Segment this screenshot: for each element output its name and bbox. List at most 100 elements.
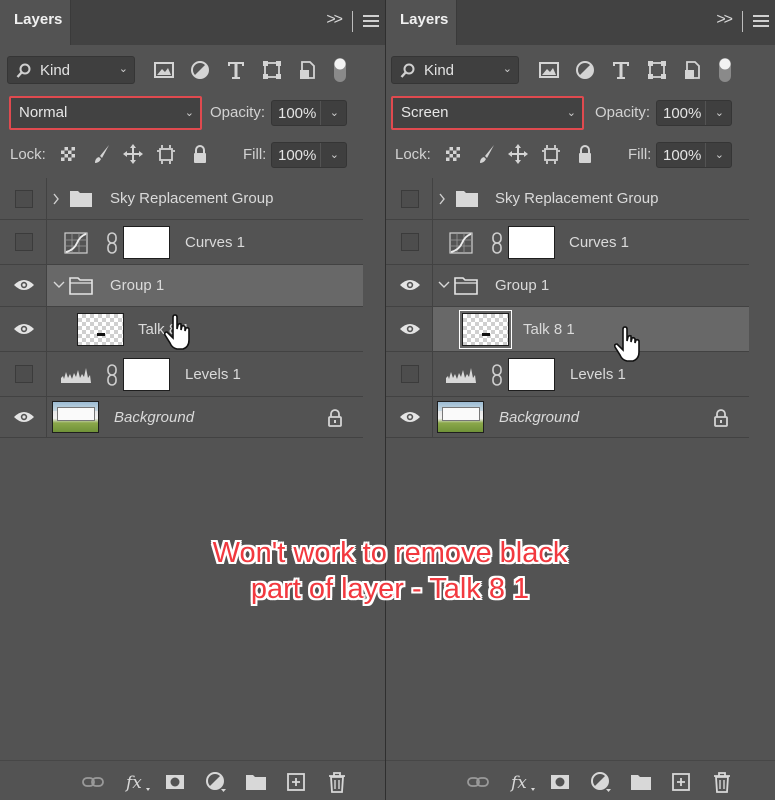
visibility-toggle[interactable]: [0, 265, 47, 306]
collapse-panel-icon[interactable]: >>: [326, 11, 343, 29]
link-layers-icon[interactable]: [467, 771, 489, 793]
smart-object-filter-icon[interactable]: [682, 59, 704, 81]
adjustment-filter-icon[interactable]: [574, 59, 596, 81]
new-adjustment-icon[interactable]: [590, 771, 612, 793]
background-thumbnail[interactable]: [52, 401, 99, 433]
kind-filter-dropdown[interactable]: Kind ⌄: [391, 56, 519, 84]
lock-all-icon[interactable]: [575, 143, 595, 165]
visibility-toggle[interactable]: [0, 178, 47, 219]
visibility-toggle[interactable]: [0, 397, 47, 437]
lock-image-pixels-icon[interactable]: [92, 143, 112, 165]
link-mask-icon[interactable]: [105, 232, 119, 254]
panel-menu-icon[interactable]: [363, 15, 379, 28]
layer-thumbnail[interactable]: [459, 310, 512, 349]
new-group-icon[interactable]: [245, 771, 267, 793]
visibility-toggle[interactable]: [386, 220, 433, 264]
visibility-toggle[interactable]: [0, 307, 47, 351]
delete-icon[interactable]: [711, 771, 733, 793]
link-mask-icon[interactable]: [105, 364, 119, 386]
fill-input[interactable]: 100% ⌄: [656, 142, 732, 168]
lock-icon[interactable]: [327, 409, 343, 427]
visibility-toggle[interactable]: [386, 265, 433, 306]
blend-mode-dropdown[interactable]: Screen ⌄: [391, 96, 584, 130]
smart-object-filter-icon[interactable]: [297, 59, 319, 81]
caption-line-1: Won't work to remove black: [212, 537, 568, 569]
visibility-toggle[interactable]: [386, 307, 433, 351]
link-mask-icon[interactable]: [490, 232, 504, 254]
delete-icon[interactable]: [326, 771, 348, 793]
new-layer-icon[interactable]: [285, 771, 307, 793]
visibility-toggle[interactable]: [386, 397, 433, 437]
adjustment-filter-icon[interactable]: [189, 59, 211, 81]
layer-mask-thumbnail[interactable]: [508, 358, 555, 391]
layer-row[interactable]: Group 1: [0, 265, 363, 307]
folder-icon: [70, 191, 92, 207]
layer-row[interactable]: Levels 1: [386, 352, 749, 397]
add-mask-icon[interactable]: [549, 771, 571, 793]
layer-thumbnail[interactable]: [77, 313, 124, 346]
lock-position-icon[interactable]: [123, 143, 143, 165]
lock-artboard-icon[interactable]: [156, 143, 176, 165]
lock-artboard-icon[interactable]: [541, 143, 561, 165]
visibility-toggle[interactable]: [386, 352, 433, 396]
pixel-filter-icon[interactable]: [538, 59, 560, 81]
blend-mode-dropdown[interactable]: Normal ⌄: [9, 96, 202, 130]
layer-row[interactable]: Background: [386, 397, 749, 438]
layer-row[interactable]: Sky Replacement Group: [0, 178, 363, 220]
tab-layers[interactable]: Layers: [386, 0, 457, 45]
chevron-down-icon[interactable]: [437, 281, 451, 289]
chevron-down-icon[interactable]: [52, 281, 66, 289]
new-group-icon[interactable]: [630, 771, 652, 793]
chevron-down-icon[interactable]: ⌄: [330, 148, 339, 161]
chevron-down-icon[interactable]: ⌄: [330, 106, 339, 119]
layer-row[interactable]: Sky Replacement Group: [386, 178, 749, 220]
layer-row[interactable]: Group 1: [386, 265, 749, 307]
chevron-down-icon[interactable]: ⌄: [715, 106, 724, 119]
layer-row[interactable]: Levels 1: [0, 352, 363, 397]
filter-toggle-icon[interactable]: [331, 56, 349, 84]
chevron-right-icon[interactable]: [52, 192, 60, 206]
fx-icon[interactable]: fx: [124, 771, 152, 793]
layer-row[interactable]: Curves 1: [386, 220, 749, 265]
new-layer-icon[interactable]: [670, 771, 692, 793]
svg-text:fx: fx: [509, 773, 527, 793]
add-mask-icon[interactable]: [164, 771, 186, 793]
layer-mask-thumbnail[interactable]: [508, 226, 555, 259]
lock-all-icon[interactable]: [190, 143, 210, 165]
opacity-input[interactable]: 100% ⌄: [271, 100, 347, 126]
tab-layers[interactable]: Layers: [0, 0, 71, 45]
lock-position-icon[interactable]: [508, 143, 528, 165]
chevron-down-icon[interactable]: ⌄: [715, 148, 724, 161]
shape-filter-icon[interactable]: [646, 59, 668, 81]
visibility-toggle[interactable]: [0, 220, 47, 264]
collapse-panel-icon[interactable]: >>: [716, 11, 733, 29]
visibility-toggle[interactable]: [0, 352, 47, 396]
visibility-toggle[interactable]: [386, 178, 433, 219]
shape-filter-icon[interactable]: [261, 59, 283, 81]
kind-filter-dropdown[interactable]: Kind ⌄: [7, 56, 135, 84]
link-mask-icon[interactable]: [490, 364, 504, 386]
layer-name: Talk 8 1: [523, 321, 575, 338]
lock-transparent-pixels-icon[interactable]: [58, 143, 78, 165]
layer-mask-thumbnail[interactable]: [123, 358, 170, 391]
lock-image-pixels-icon[interactable]: [477, 143, 497, 165]
opacity-input[interactable]: 100% ⌄: [656, 100, 732, 126]
background-thumbnail[interactable]: [437, 401, 484, 433]
layer-row[interactable]: Background: [0, 397, 363, 438]
fx-icon[interactable]: fx: [509, 771, 537, 793]
fill-input[interactable]: 100% ⌄: [271, 142, 347, 168]
link-layers-icon[interactable]: [82, 771, 104, 793]
layer-name: Curves 1: [185, 234, 246, 251]
type-filter-icon[interactable]: [610, 59, 632, 81]
lock-icon[interactable]: [713, 409, 729, 427]
type-filter-icon[interactable]: [225, 59, 247, 81]
layer-row-selected[interactable]: Talk 8 1: [386, 307, 749, 352]
layer-mask-thumbnail[interactable]: [123, 226, 170, 259]
lock-transparent-pixels-icon[interactable]: [443, 143, 463, 165]
layer-row[interactable]: Curves 1: [0, 220, 363, 265]
filter-toggle-icon[interactable]: [716, 56, 734, 84]
new-adjustment-icon[interactable]: [205, 771, 227, 793]
panel-menu-icon[interactable]: [753, 15, 769, 28]
chevron-right-icon[interactable]: [438, 192, 446, 206]
pixel-filter-icon[interactable]: [153, 59, 175, 81]
